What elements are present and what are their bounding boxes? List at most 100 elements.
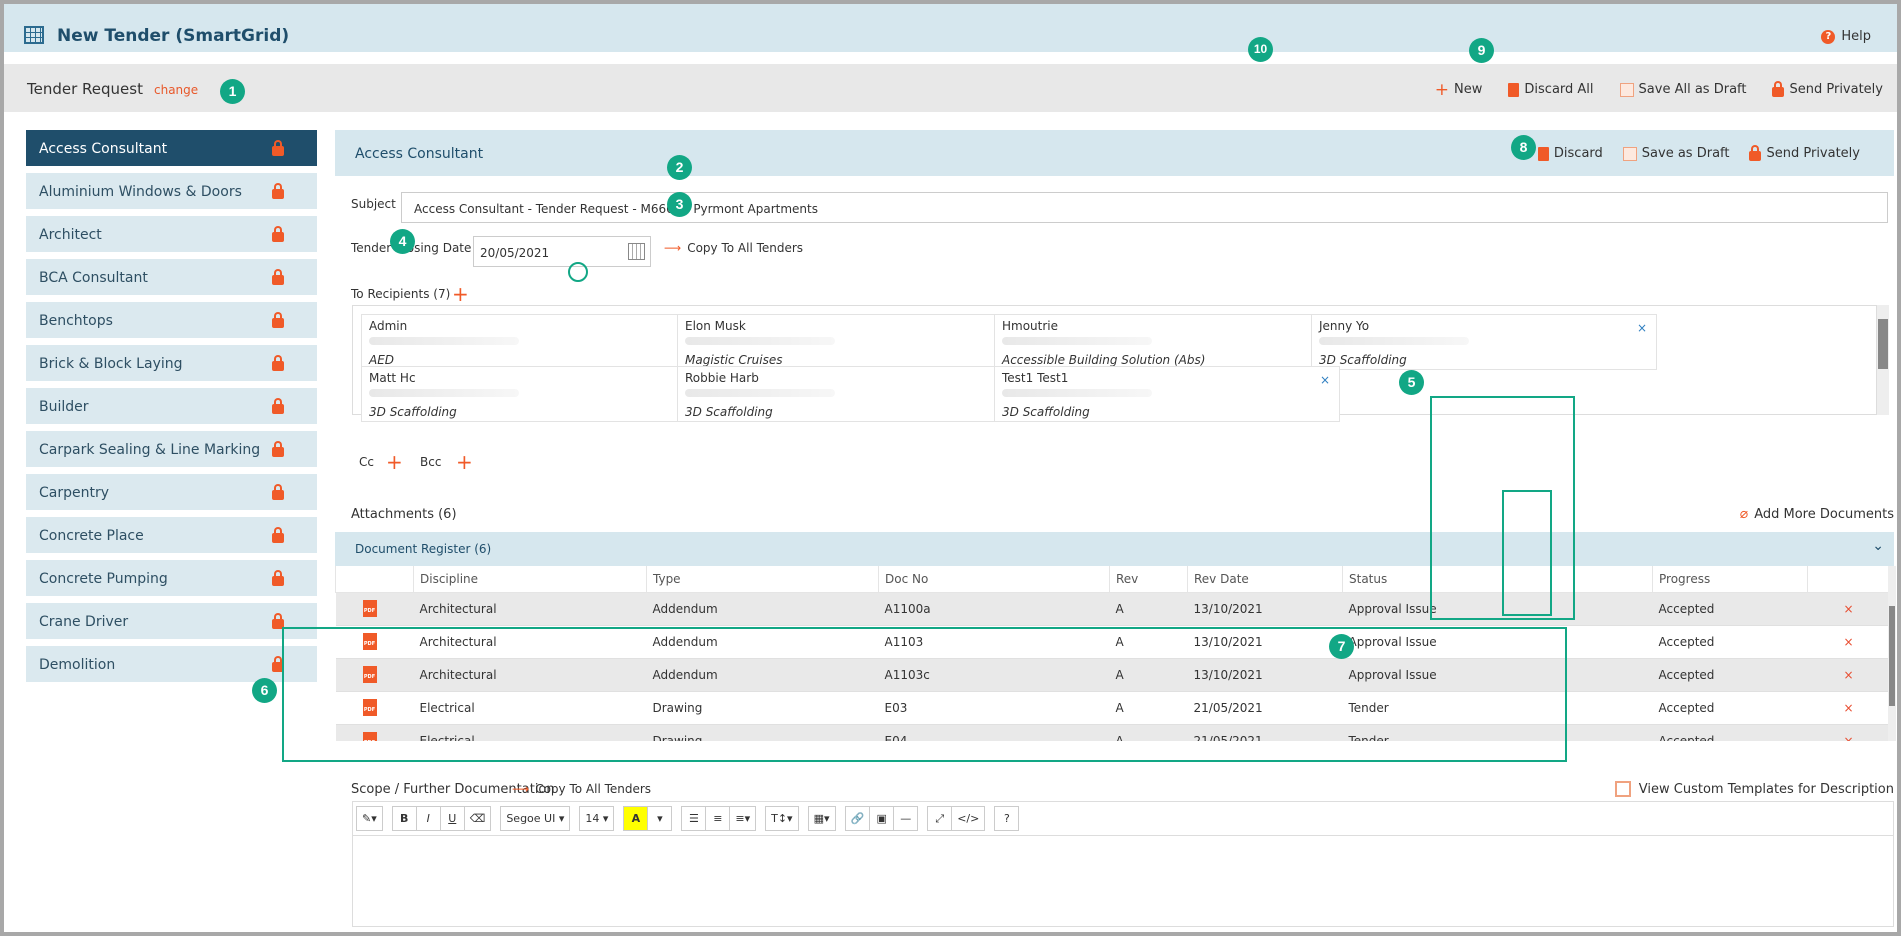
italic-button[interactable]: I bbox=[415, 806, 441, 831]
lock-icon bbox=[272, 183, 284, 199]
subject-input[interactable]: Access Consultant - Tender Request - M66… bbox=[401, 192, 1888, 223]
grid-icon bbox=[24, 26, 44, 44]
remove-document-icon[interactable]: × bbox=[1844, 668, 1854, 682]
custom-templates-link[interactable]: View Custom Templates for Description bbox=[1614, 781, 1894, 797]
scope-copy-to-all-link[interactable]: ⟶ Copy To All Tenders bbox=[512, 782, 651, 796]
sidebar-item-aluminium[interactable]: Aluminium Windows & Doors bbox=[26, 173, 317, 209]
document-register-header[interactable]: Document Register (6) ⌄ bbox=[335, 532, 1894, 566]
bullet-list-button[interactable]: ☰ bbox=[681, 806, 707, 831]
remove-document-icon[interactable]: × bbox=[1844, 734, 1854, 742]
font-color-dropdown[interactable]: ▾ bbox=[647, 806, 673, 831]
recipients-scrollbar[interactable] bbox=[1877, 305, 1889, 415]
sidebar-item-concrete-place[interactable]: Concrete Place bbox=[26, 517, 317, 553]
arrow-right-icon: ⟶ bbox=[512, 782, 530, 796]
save-draft-button[interactable]: Save as Draft bbox=[1622, 146, 1729, 161]
request-title: Tender Request bbox=[27, 80, 143, 98]
sidebar-item-label: Brick & Block Laying bbox=[39, 356, 183, 372]
recipient-name: Jenny Yo bbox=[1319, 319, 1370, 333]
trade-sidebar: Access Consultant Aluminium Windows & Do… bbox=[26, 130, 317, 689]
add-recipient-icon[interactable]: + bbox=[452, 282, 469, 306]
remove-recipient-icon[interactable]: × bbox=[1637, 321, 1647, 335]
discard-button[interactable]: Discard bbox=[1537, 146, 1603, 161]
arrow-right-icon: ⟶ bbox=[664, 241, 682, 255]
font-family-select[interactable]: Segoe UI ▾ bbox=[500, 806, 571, 831]
add-more-documents-button[interactable]: ⌀ Add More Documents bbox=[1740, 506, 1894, 522]
annotation-badge: 3 bbox=[667, 192, 692, 217]
sidebar-item-crane[interactable]: Crane Driver bbox=[26, 603, 317, 639]
cell-progress: Accepted bbox=[1652, 592, 1808, 626]
sidebar-item-architect[interactable]: Architect bbox=[26, 216, 317, 252]
sidebar-item-bca[interactable]: BCA Consultant bbox=[26, 259, 317, 295]
recipient-card: AdminAED× bbox=[361, 314, 707, 370]
pdf-icon[interactable]: PDF bbox=[362, 600, 377, 617]
align-dropdown[interactable]: ≡▾ bbox=[729, 806, 757, 831]
table-row[interactable]: PDF Architectural Addendum A1100a A 13/1… bbox=[335, 592, 1888, 626]
annotation-badge: 10 bbox=[1248, 37, 1273, 62]
horizontal-rule-button[interactable]: — bbox=[893, 806, 919, 831]
sidebar-item-brick[interactable]: Brick & Block Laying bbox=[26, 345, 317, 381]
change-link[interactable]: change bbox=[154, 83, 198, 97]
style-button[interactable]: ✎▾ bbox=[356, 806, 383, 831]
scrollbar-thumb[interactable] bbox=[1889, 606, 1895, 706]
scope-editor[interactable] bbox=[352, 835, 1894, 927]
lock-icon bbox=[272, 269, 284, 285]
editor-toolbar: ✎▾ B I U ⌫ Segoe UI ▾ 14 ▾ A ▾ ☰ ≡ ≡▾ T↕… bbox=[352, 801, 1894, 835]
closing-date-input[interactable]: 20/05/2021 bbox=[473, 236, 651, 267]
sidebar-item-carpentry[interactable]: Carpentry bbox=[26, 474, 317, 510]
col-header bbox=[1807, 566, 1888, 593]
sidebar-item-access-consultant[interactable]: Access Consultant bbox=[26, 130, 317, 166]
table-dropdown[interactable]: ▦▾ bbox=[807, 806, 836, 831]
new-button[interactable]: + New bbox=[1434, 79, 1483, 100]
discard-all-button[interactable]: Discard All bbox=[1508, 82, 1594, 97]
bold-button[interactable]: B bbox=[391, 806, 417, 831]
copy-to-all-link[interactable]: ⟶ Copy To All Tenders bbox=[664, 241, 803, 255]
recipient-card: Robbie Harb3D Scaffolding× bbox=[677, 366, 1023, 422]
font-color-button[interactable]: A bbox=[623, 806, 649, 831]
line-height-dropdown[interactable]: T↕▾ bbox=[765, 806, 799, 831]
sidebar-item-label: Crane Driver bbox=[39, 614, 129, 630]
annotation-badge: 2 bbox=[667, 155, 692, 180]
recipient-email-blurred bbox=[1002, 389, 1152, 397]
remove-document-icon[interactable]: × bbox=[1844, 602, 1854, 616]
chevron-down-icon[interactable]: ⌄ bbox=[1872, 538, 1884, 554]
recipient-company: Magistic Cruises bbox=[685, 353, 783, 367]
numbered-list-button[interactable]: ≡ bbox=[705, 806, 731, 831]
table-scrollbar[interactable] bbox=[1888, 566, 1896, 741]
sidebar-item-label: Benchtops bbox=[39, 313, 113, 329]
annotation-badge: 4 bbox=[390, 229, 415, 254]
sidebar-item-demolition[interactable]: Demolition bbox=[26, 646, 317, 682]
col-header-discipline: Discipline bbox=[413, 566, 647, 593]
annotation-badge: 1 bbox=[220, 79, 245, 104]
plus-icon: + bbox=[1434, 79, 1450, 100]
save-all-draft-button[interactable]: Save All as Draft bbox=[1619, 82, 1746, 97]
remove-document-icon[interactable]: × bbox=[1844, 635, 1854, 649]
help-link[interactable]: ? Help bbox=[1821, 29, 1871, 44]
add-cc-icon[interactable]: + bbox=[386, 450, 403, 474]
sidebar-item-label: Carpark Sealing & Line Marking bbox=[39, 442, 261, 458]
save-icon bbox=[1619, 82, 1634, 97]
remove-recipient-icon[interactable]: × bbox=[1320, 373, 1330, 387]
fullscreen-button[interactable]: ⤢ bbox=[927, 806, 953, 831]
font-size-select[interactable]: 14 ▾ bbox=[579, 806, 615, 831]
calendar-icon[interactable] bbox=[628, 243, 645, 260]
sidebar-item-builder[interactable]: Builder bbox=[26, 388, 317, 424]
scrollbar-thumb[interactable] bbox=[1878, 319, 1888, 369]
send-all-privately-button[interactable]: Send Privately bbox=[1772, 80, 1883, 97]
remove-document-icon[interactable]: × bbox=[1844, 701, 1854, 715]
clear-format-button[interactable]: ⌫ bbox=[463, 806, 492, 831]
sidebar-item-concrete-pumping[interactable]: Concrete Pumping bbox=[26, 560, 317, 596]
recipient-email-blurred bbox=[1319, 337, 1469, 345]
lock-icon bbox=[272, 570, 284, 586]
send-privately-button[interactable]: Send Privately bbox=[1749, 144, 1860, 161]
sidebar-item-carpark[interactable]: Carpark Sealing & Line Marking bbox=[26, 431, 317, 467]
link-button[interactable]: 🔗 bbox=[844, 806, 871, 831]
help-label: Help bbox=[1841, 29, 1871, 44]
add-bcc-icon[interactable]: + bbox=[456, 450, 473, 474]
image-button[interactable]: ▣ bbox=[869, 806, 895, 831]
table-header-row: Discipline Type Doc No Rev Rev Date Stat… bbox=[335, 566, 1888, 593]
col-header-rev: Rev bbox=[1109, 566, 1188, 593]
underline-button[interactable]: U bbox=[439, 806, 465, 831]
code-view-button[interactable]: </> bbox=[951, 806, 986, 831]
editor-help-button[interactable]: ? bbox=[994, 806, 1020, 831]
sidebar-item-benchtops[interactable]: Benchtops bbox=[26, 302, 317, 338]
